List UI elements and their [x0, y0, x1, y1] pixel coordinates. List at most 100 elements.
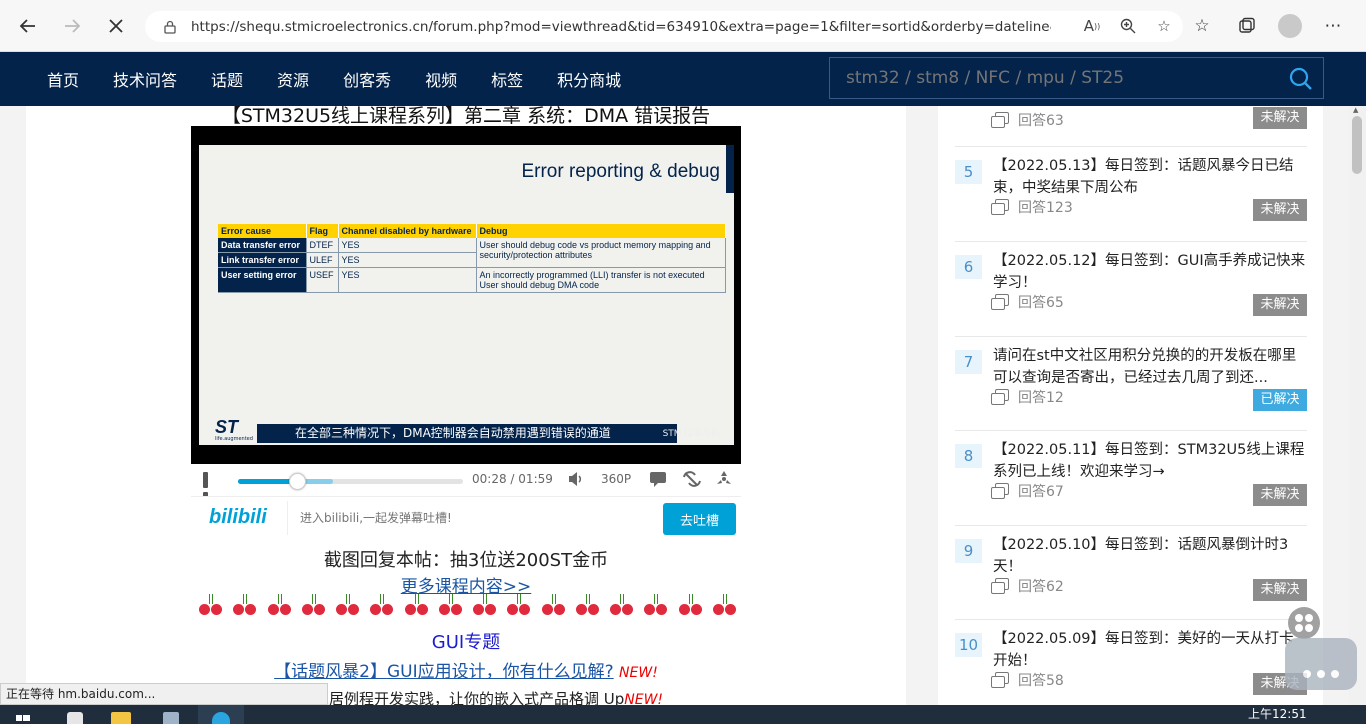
taskbar-clock[interactable]: 上午12:51	[1248, 705, 1307, 722]
divider	[955, 430, 1307, 431]
question-title[interactable]: 【2022.05.12】每日签到：GUI高手养成记快来学习！	[993, 250, 1307, 294]
table-cell: An incorrectly programmed (LLI) transfer…	[476, 267, 726, 293]
collections-icon[interactable]	[1233, 12, 1261, 40]
question-title[interactable]: 【2022.05.11】每日签到：STM32U5线上课程系列已上线！欢迎来学习→	[993, 439, 1307, 483]
nav-points-mall[interactable]: 积分商城	[557, 67, 621, 91]
taskbar-app-explorer[interactable]	[98, 705, 144, 724]
floating-chat-button[interactable]	[1285, 638, 1357, 690]
nav-maker[interactable]: 创客秀	[343, 67, 391, 91]
nav-qa[interactable]: 技术问答	[113, 67, 177, 91]
quality-selector[interactable]: 360P	[601, 472, 631, 486]
bilibili-logo[interactable]: bilibili	[209, 506, 267, 529]
reply-count: 回答63	[991, 110, 1064, 130]
nav-resources[interactable]: 资源	[277, 67, 309, 91]
close-icon	[109, 19, 123, 33]
reply-count-text: 回答67	[1018, 484, 1064, 500]
url-text[interactable]: https://shequ.stmicroelectronics.cn/foru…	[191, 19, 1051, 35]
divider	[955, 241, 1307, 242]
danmaku-toggle-icon[interactable]	[649, 470, 667, 492]
question-title[interactable]: 【2022.05.09】每日签到：美好的一天从打卡开始！	[993, 628, 1307, 672]
reply-count: 回答67	[991, 481, 1064, 501]
progress-bar[interactable]	[238, 473, 463, 490]
cherry-icon	[575, 594, 601, 616]
zoom-icon[interactable]	[1117, 14, 1139, 38]
taskbar-app-calculator[interactable]	[148, 705, 194, 724]
cherry-icon	[232, 594, 258, 616]
cherry-icon	[267, 594, 293, 616]
topic2-line: 【话题风暴2】GUI应用设计，你有什么见解? NEW!	[190, 657, 742, 682]
reply-count: 回答123	[991, 197, 1073, 217]
progress-knob[interactable]	[288, 473, 306, 490]
back-button[interactable]	[10, 8, 46, 44]
st-logo-tagline: life.augmented	[215, 436, 253, 442]
rank-number: 9	[955, 539, 982, 563]
main-menu: 首页 技术问答 话题 资源 创客秀 视频 标签 积分商城	[30, 52, 655, 106]
cherry-icon	[678, 594, 704, 616]
topic2-link[interactable]: 【话题风暴2】GUI应用设计，你有什么见解?	[274, 662, 613, 682]
reply-count: 回答65	[991, 292, 1064, 312]
taskbar-app-paint[interactable]	[52, 705, 98, 724]
divider	[955, 525, 1307, 526]
table-row: User setting error USEF YES An incorrect…	[218, 267, 726, 293]
favorites-icon[interactable]: ☆	[1188, 12, 1216, 40]
st-logo: ST	[215, 417, 239, 437]
profile-avatar[interactable]	[1278, 14, 1302, 38]
question-title[interactable]: 请问在st中文社区用积分兑换的的开发板在哪里可以查询是否寄出，已经过去几周了到还…	[993, 345, 1307, 389]
nav-home[interactable]: 首页	[47, 67, 79, 91]
question-title[interactable]: 【2022.05.13】每日签到：话题风暴今日已结束，中奖结果下周公布	[993, 155, 1307, 199]
lock-icon	[164, 20, 176, 34]
danmaku-input[interactable]	[287, 501, 655, 535]
time-display: 00:28 / 01:59	[472, 472, 553, 486]
table-cell: USEF	[306, 267, 339, 293]
nav-tags[interactable]: 标签	[491, 67, 523, 91]
danmaku-bar: bilibili 去吐槽	[191, 496, 741, 538]
address-bar[interactable]: https://shequ.stmicroelectronics.cn/foru…	[145, 11, 1183, 42]
stop-button[interactable]	[98, 8, 134, 44]
loop-icon[interactable]	[682, 470, 702, 492]
promo-text: 截图回复本帖：抽3位送200ST金币	[323, 550, 609, 571]
search-input[interactable]	[846, 68, 1266, 88]
video-player[interactable]: Error reporting & debug Error cause Flag…	[191, 126, 741, 464]
table-header-row: Error cause Flag Channel disabled by har…	[218, 224, 726, 238]
floating-menu-button[interactable]	[1288, 607, 1320, 639]
browser-toolbar: https://shequ.stmicroelectronics.cn/foru…	[0, 0, 1366, 52]
status-badge: 已解决	[1253, 389, 1307, 411]
start-button[interactable]	[0, 705, 46, 724]
reply-count: 回答58	[991, 670, 1064, 690]
scroll-thumb[interactable]	[1352, 116, 1362, 174]
forward-button[interactable]	[54, 8, 90, 44]
table-cell: Data transfer error	[218, 238, 307, 253]
nav-topics[interactable]: 话题	[211, 67, 243, 91]
read-aloud-icon[interactable]: A))	[1081, 14, 1103, 38]
progress-fill	[238, 479, 297, 484]
reply-count: 回答12	[991, 387, 1064, 407]
more-options-icon[interactable]: ⋯	[1319, 12, 1347, 40]
fullscreen-icon[interactable]	[715, 470, 733, 492]
windows-taskbar: 上午12:51	[0, 705, 1366, 724]
nav-videos[interactable]: 视频	[425, 67, 457, 91]
question-title[interactable]: 【2022.05.10】每日签到：话题风暴倒计时3天！	[993, 534, 1307, 578]
status-badge: 未解决	[1253, 199, 1307, 221]
reply-count: 回答62	[991, 576, 1064, 596]
pause-button[interactable]	[203, 472, 219, 508]
error-table: Error cause Flag Channel disabled by har…	[218, 224, 726, 293]
table-cell: YES	[338, 252, 477, 268]
reply-icon	[991, 672, 1010, 688]
search-icon[interactable]	[1289, 67, 1313, 91]
reply-icon	[991, 578, 1010, 594]
volume-icon[interactable]	[567, 470, 585, 492]
video-watermark: STM32单片机	[662, 429, 720, 439]
table-row: Data transfer error DTEF YES User should…	[218, 238, 726, 268]
taskbar-app-edge[interactable]	[198, 705, 244, 724]
browser-status-bar: 正在等待 hm.baidu.com...	[0, 683, 328, 705]
page-scrollbar[interactable]: ▲	[1349, 106, 1366, 706]
arrow-left-icon	[19, 19, 35, 33]
cherry-icon	[643, 594, 669, 616]
slide-accent-bar	[726, 145, 734, 193]
danmaku-send-button[interactable]: 去吐槽	[663, 503, 736, 535]
add-favorite-icon[interactable]: ☆	[1153, 14, 1175, 38]
table-cell: ULEF	[306, 252, 339, 268]
site-navigation: 首页 技术问答 话题 资源 创客秀 视频 标签 积分商城	[0, 52, 1366, 106]
cherry-icon	[438, 594, 464, 616]
scroll-up-icon[interactable]: ▲	[1353, 106, 1358, 114]
